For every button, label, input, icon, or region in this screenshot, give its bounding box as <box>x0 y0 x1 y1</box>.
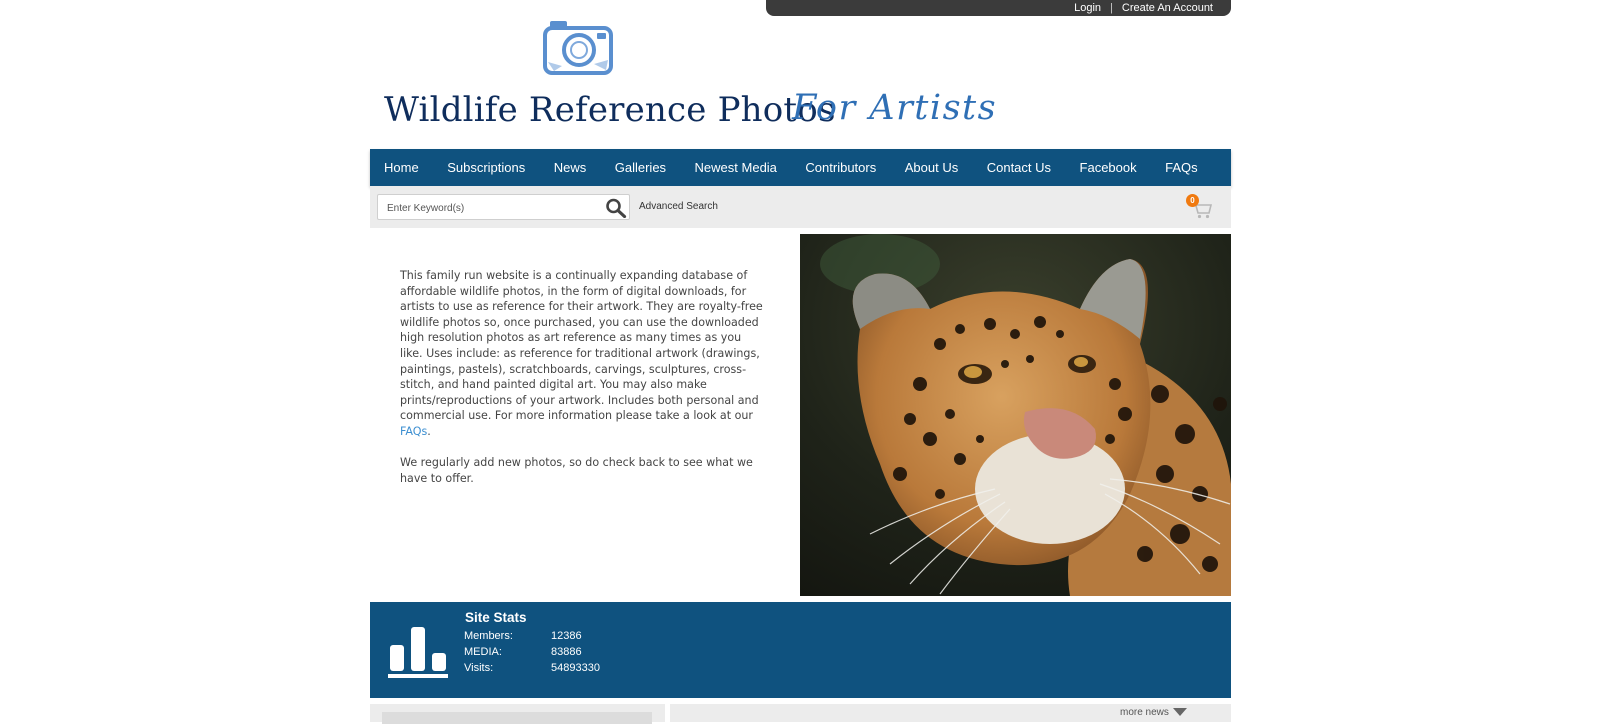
jaguar-photo <box>800 234 1231 596</box>
stat-members: Members: 12386 <box>464 630 582 642</box>
logo-title: Wildlife Reference Photos <box>384 90 836 130</box>
intro-paragraph-2: We regularly add new photos, so do check… <box>400 456 753 485</box>
site-logo[interactable]: Wildlife Reference Photos For Artists <box>384 14 1004 134</box>
nav-about-us[interactable]: About Us <box>905 160 958 175</box>
stat-label: Visits: <box>464 662 494 674</box>
search-bar: Advanced Search 0 <box>370 186 1231 228</box>
nav-galleries[interactable]: Galleries <box>615 160 666 175</box>
nav-faqs[interactable]: FAQs <box>1165 160 1198 175</box>
more-news-link[interactable]: more news <box>1120 707 1187 718</box>
nav-newest-media[interactable]: Newest Media <box>695 160 777 175</box>
nav-news[interactable]: News <box>554 160 587 175</box>
page: Login | Create An Account Wildlife Refer… <box>0 0 1600 724</box>
nav-subscriptions[interactable]: Subscriptions <box>447 160 525 175</box>
more-news-label: more news <box>1120 707 1169 718</box>
stat-media: MEDIA: 83886 <box>464 646 582 658</box>
create-account-link[interactable]: Create An Account <box>1122 2 1213 14</box>
main-nav: Home Subscriptions News Galleries Newest… <box>370 149 1231 186</box>
login-link[interactable]: Login <box>1074 2 1101 14</box>
intro-paragraph-1: This family run website is a continually… <box>400 268 767 440</box>
cart-count-badge: 0 <box>1186 194 1199 207</box>
logo-subtitle: For Artists <box>792 88 998 128</box>
camera-icon <box>543 21 613 75</box>
nav-contributors[interactable]: Contributors <box>805 160 876 175</box>
nav-home[interactable]: Home <box>384 160 419 175</box>
advanced-search-link[interactable]: Advanced Search <box>639 201 718 212</box>
bottom-left-inner <box>382 712 652 724</box>
stat-value: 54893330 <box>551 662 600 674</box>
chevron-down-icon <box>1172 707 1187 716</box>
site-stats-panel: Site Stats Members: 12386 MEDIA: 83886 V… <box>370 602 1231 698</box>
faqs-link[interactable]: FAQs <box>400 425 427 438</box>
intro-paragraph-1-text: This family run website is a continually… <box>400 269 763 423</box>
news-panel: more news <box>670 704 1231 722</box>
nav-contact-us[interactable]: Contact Us <box>987 160 1051 175</box>
stat-value: 12386 <box>551 630 582 642</box>
site-stats-title: Site Stats <box>465 610 527 625</box>
search-input[interactable] <box>378 195 609 221</box>
stat-label: Members: <box>464 630 513 642</box>
nav-facebook[interactable]: Facebook <box>1080 160 1137 175</box>
intro-text: This family run website is a continually… <box>400 268 767 502</box>
intro-paragraph-1-end: . <box>427 424 431 438</box>
search-icon[interactable] <box>605 198 627 218</box>
jaguar-photo-icon <box>800 234 1231 596</box>
stat-visits: Visits: 54893330 <box>464 662 600 674</box>
bottom-left-panel <box>370 704 665 724</box>
search-box <box>377 194 630 221</box>
cart-button[interactable]: 0 <box>1186 194 1214 220</box>
stat-value: 83886 <box>551 646 582 658</box>
stat-label: MEDIA: <box>464 646 502 658</box>
account-separator: | <box>1110 2 1113 14</box>
bar-chart-icon <box>388 627 448 678</box>
